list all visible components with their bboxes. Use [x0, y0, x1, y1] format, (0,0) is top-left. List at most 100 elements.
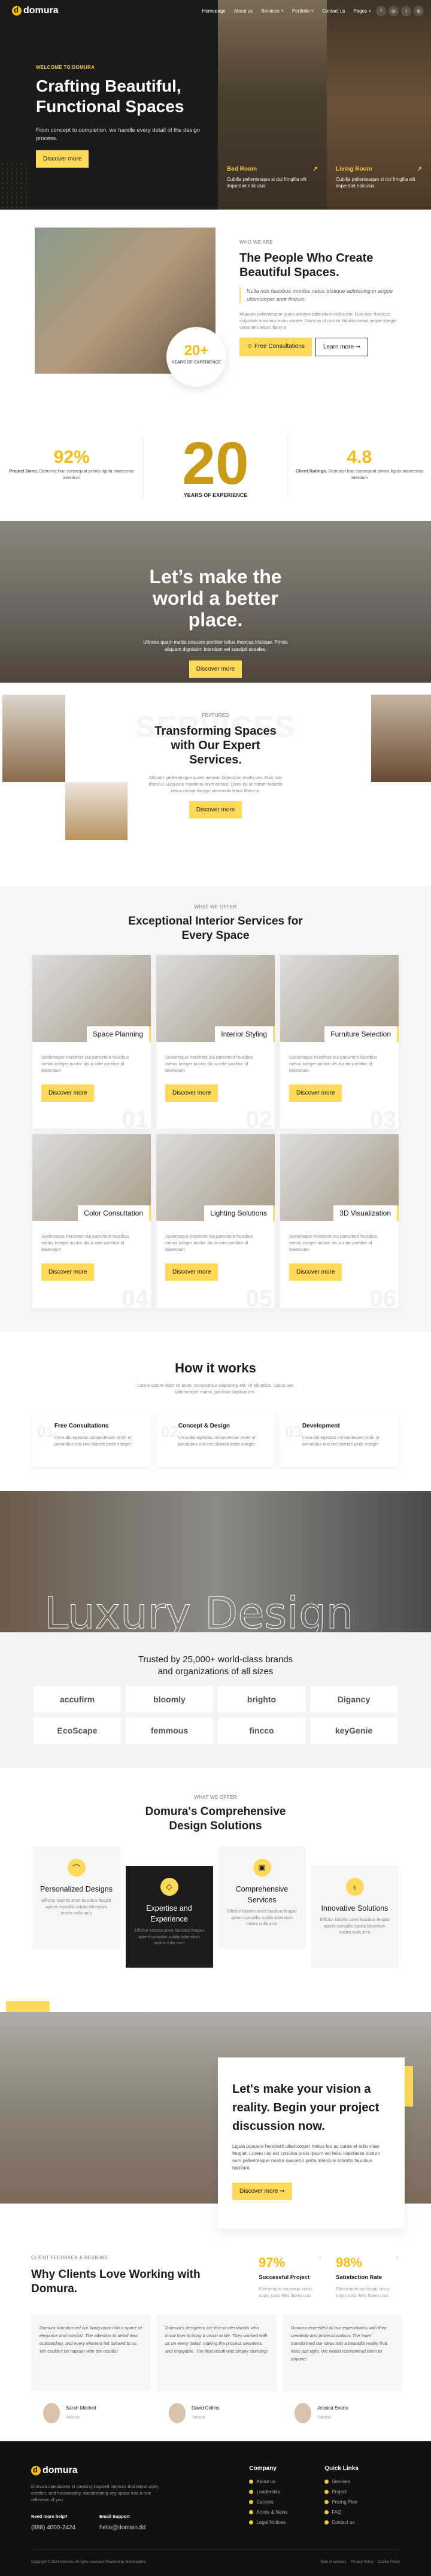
brand-logo: keyGenie — [310, 1717, 397, 1744]
cta-banner: Let’s make the world a better place. Ult… — [0, 521, 431, 683]
service-text: Scelerisque hendrerit dui parturient fau… — [289, 1054, 377, 1073]
service-image: Lighting Solutions — [156, 1134, 275, 1221]
section-title: How it works — [175, 1360, 256, 1375]
arrow-up-icon: ↑ — [318, 2255, 321, 2262]
service-title: Interior Styling — [215, 1026, 275, 1042]
discover-more-button[interactable]: Discover more — [36, 150, 89, 168]
quick-links: Quick Links Services Project Pricing Plan FA… — [324, 2465, 400, 2532]
footer-link[interactable]: Contact us — [324, 2520, 400, 2525]
arrow-icon[interactable]: ↗ — [417, 166, 422, 172]
stat-label: Satisfaction Rate — [336, 2274, 383, 2281]
section-text: Lorem ipsum dolor sit amet, consectetur … — [137, 1383, 294, 1395]
footer-logo[interactable]: domura — [31, 2465, 225, 2476]
footer-link[interactable]: FAQ — [324, 2510, 400, 2515]
service-title: Color Consultation — [78, 1205, 151, 1221]
link-label: Article & News — [256, 2510, 288, 2515]
company-links: Company About us Leadership Careers Article … — [249, 2465, 324, 2532]
service-card: Color Consultation Scelerisque hendrerit … — [32, 1134, 151, 1308]
legal-link[interactable]: Privacy Policy — [351, 2560, 373, 2564]
discover-more-button[interactable]: Discover more — [41, 1084, 95, 1102]
email-link[interactable]: hello@domain.tld — [99, 2525, 145, 2531]
service-card: Space Planning Scelerisque hendrerit dui … — [32, 955, 151, 1129]
discover-more-button[interactable]: Discover more — [289, 1263, 342, 1281]
discover-more-button[interactable]: Discover more — [41, 1263, 95, 1281]
step-text: Urna dui egestas consectetuer proin ut p… — [54, 1435, 132, 1447]
brand-logo: EcoScape — [34, 1717, 121, 1744]
stats-section: 92% Project Done. Dictumst hac consequat … — [0, 413, 431, 521]
phone-link[interactable]: (888) 4000-2424 — [31, 2525, 75, 2531]
facebook-icon[interactable]: f — [376, 5, 386, 16]
instagram-icon[interactable]: ◎ — [388, 5, 399, 16]
luxury-text: Luxury Design — [44, 1588, 354, 1633]
discover-more-button[interactable]: Discover more ➞ — [232, 2183, 292, 2200]
nav-about[interactable]: About us — [234, 8, 253, 14]
legal-link[interactable]: Cookie Policy — [378, 2560, 400, 2564]
service-number: 02 — [245, 1107, 273, 1129]
reviewer-name: Jessica Evans — [317, 2405, 348, 2411]
footer-link[interactable]: Careers — [249, 2499, 324, 2505]
check-icon — [324, 2480, 329, 2484]
service-image: Interior Styling — [156, 955, 275, 1042]
accent-bar — [6, 2001, 50, 2012]
footer: domura Domura specializes in creating in… — [0, 2441, 431, 2576]
discover-more-button[interactable]: Discover more — [189, 801, 242, 819]
free-consultations-button[interactable]: ☺ Free Consultations — [239, 338, 312, 356]
column-title: Company — [249, 2465, 277, 2472]
years-number: 20 — [182, 430, 249, 497]
nav-label: Portfolio — [292, 8, 310, 14]
nav-pages[interactable]: Pages ˅ — [353, 8, 371, 14]
footer-link[interactable]: Legal Notices — [249, 2520, 324, 2525]
step-text: Urna dui egestas consectetuer proin ut p… — [302, 1435, 380, 1447]
brands-section: Trusted by 25,000+ world-class brands an… — [0, 1632, 431, 1768]
service-number: 04 — [122, 1286, 149, 1308]
arrow-icon[interactable]: ↗ — [313, 166, 318, 172]
footer-link[interactable]: Services — [324, 2479, 400, 2484]
stat-value: 97% — [259, 2255, 286, 2270]
experience-badge: 20+ YEARS OF EXPERIENCE — [166, 327, 226, 387]
logo[interactable]: domura — [12, 5, 59, 16]
link-label: Legal Notices — [256, 2520, 286, 2525]
discover-more-button[interactable]: Discover more — [165, 1263, 218, 1281]
bedroom-image[interactable]: Bed Room ↗ Cubilia pellentesque si dui fri… — [218, 0, 327, 210]
team-image: 20+ YEARS OF EXPERIENCE — [35, 228, 226, 387]
nav-portfolio[interactable]: Portfolio ˅ — [292, 8, 314, 14]
nav-contact[interactable]: Contact us — [322, 8, 345, 14]
service-title: 3D Visualization — [333, 1205, 399, 1221]
footer-link[interactable]: Pricing Plan — [324, 2499, 400, 2505]
hero-title: Crafting Beautiful, Functional Spaces — [36, 77, 184, 116]
chevron-down-icon: ˅ — [311, 8, 314, 14]
badge-label: YEARS OF EXPERIENCE — [171, 360, 221, 365]
brand-logo: Digancy — [310, 1686, 397, 1713]
service-number: 06 — [369, 1286, 397, 1308]
learn-more-button[interactable]: Learn more ➞ — [315, 338, 369, 356]
nav-services[interactable]: Services ˅ — [261, 8, 284, 14]
discover-more-button[interactable]: Discover more — [165, 1084, 218, 1102]
desk-image — [65, 782, 128, 840]
service-text: Scelerisque hendrerit dui parturient fau… — [289, 1234, 377, 1252]
dribbble-icon[interactable]: ⊛ — [414, 5, 424, 16]
brand-logo: accufirm — [34, 1686, 121, 1713]
solution-text: Efficitur lobortis amet faucibus feugiat… — [134, 1929, 204, 1945]
check-icon — [249, 2510, 254, 2514]
discover-more-button[interactable]: Discover more — [189, 660, 242, 678]
footer-link[interactable]: Article & News — [249, 2510, 324, 2515]
discover-more-button[interactable]: Discover more — [289, 1084, 342, 1102]
stat-text: Dictumst hac consequat primis ligula mae… — [327, 468, 423, 480]
twitter-icon[interactable]: t — [401, 5, 411, 16]
nav-homepage[interactable]: Homepage — [202, 8, 226, 14]
footer-link[interactable]: About us — [249, 2479, 324, 2484]
badge-number: 20+ — [184, 343, 209, 359]
check-icon — [249, 2520, 254, 2525]
section-text: Aliquam pellentesque quam aenean bibendu… — [148, 775, 283, 793]
step-number: 01 — [37, 1423, 54, 1441]
step-card: 02 Concept & Design Urna dui egestas conse… — [156, 1413, 275, 1467]
footer-link[interactable]: Leadership — [249, 2489, 324, 2495]
stat-text: Elementum sociosqu netus turpis justo fe… — [336, 2286, 390, 2298]
section-title: Why Clients Love Working with Domura. — [31, 2268, 201, 2295]
link-label: Services — [332, 2479, 350, 2484]
livingroom-image[interactable]: Living Room ↗ Cubilia pellentesque si dui … — [327, 0, 431, 210]
section-eyebrow: WHAT WE OFFER — [194, 904, 237, 910]
footer-link[interactable]: Project — [324, 2489, 400, 2495]
legal-link[interactable]: Term of services — [320, 2560, 347, 2564]
quote: Nulla non faucibus montes netus tristiqu… — [239, 287, 407, 304]
